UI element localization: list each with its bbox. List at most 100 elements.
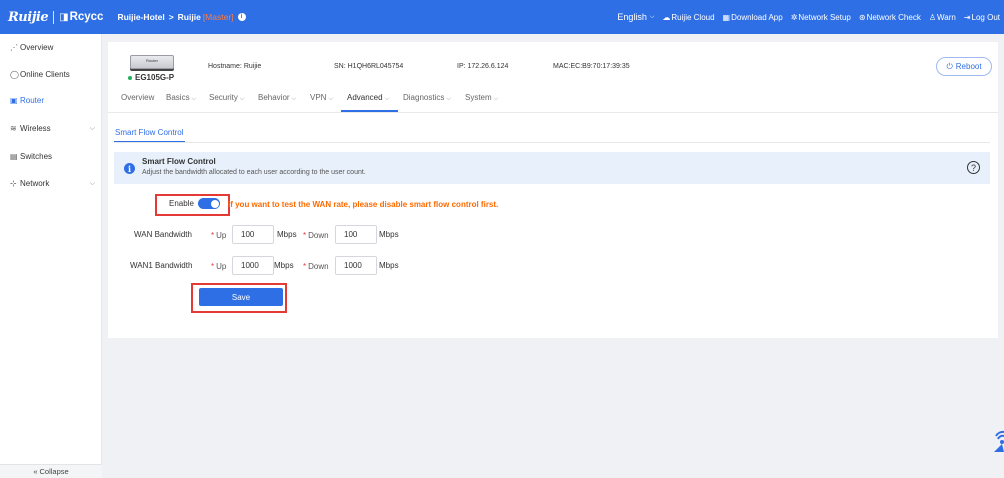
sn-info: SN: H1QH6RL045754	[334, 63, 403, 70]
ruijie-logo: Ruijie	[8, 9, 49, 25]
tab-system[interactable]: System ⌵	[465, 93, 498, 103]
wan-down-unit: Mbps	[379, 230, 399, 239]
banner-title: Smart Flow Control	[142, 157, 216, 166]
info-banner: i Smart Flow Control Adjust the bandwidt…	[114, 152, 990, 184]
wan1-bandwidth-label: WAN1 Bandwidth	[130, 261, 193, 270]
wan-up-unit: Mbps	[277, 230, 297, 239]
sidebar-item-network[interactable]: ⊹ Network ⌵	[10, 179, 95, 188]
info-icon[interactable]: i	[237, 13, 246, 21]
ruijie-cloud-link[interactable]: ☁ Ruijie Cloud	[662, 13, 714, 22]
chevron-down-icon: ⌵	[89, 179, 95, 187]
tab-security[interactable]: Security ⌵	[209, 93, 244, 103]
chevron-down-icon: ⌵	[328, 96, 334, 102]
mac-info: MAC:EC:B9:70:17:39:35	[553, 63, 630, 70]
wan-up-label: * Up	[211, 231, 227, 240]
ip-info: IP: 172.26.6.124	[457, 63, 508, 70]
warn-link[interactable]: ♙ Warn	[929, 13, 956, 22]
breadcrumb-device[interactable]: Ruijie	[178, 12, 201, 22]
banner-description: Adjust the bandwidth allocated to each u…	[142, 169, 366, 176]
toggle-knob	[210, 199, 219, 208]
wan1-down-input[interactable]: 1000	[335, 256, 377, 275]
sidebar-item-router[interactable]: ▣ Router	[10, 96, 95, 105]
hostname-info: Hostname: Ruijie	[208, 63, 261, 70]
wan1-up-input[interactable]: 1000	[232, 256, 274, 275]
sidebar-item-online-clients[interactable]: ◯ Online Clients	[10, 70, 95, 79]
wan1-down-unit: Mbps	[379, 261, 399, 270]
down-label-text: Down	[308, 231, 329, 240]
wan1-up-unit: Mbps	[274, 261, 294, 270]
wan1-down-label: * Down	[303, 262, 329, 271]
enable-toggle[interactable]	[198, 198, 220, 209]
collapse-button[interactable]: «Collapse	[0, 464, 102, 478]
tab-behavior[interactable]: Behavior ⌵	[258, 93, 296, 103]
online-clients-icon: ◯	[10, 70, 19, 79]
subtab-smart-flow-control[interactable]: Smart Flow Control	[115, 128, 183, 137]
hostname-label: Hostname:	[208, 63, 242, 70]
network-check-label: Network Check	[866, 12, 921, 22]
qr-code-icon: ▦	[722, 12, 731, 22]
router-device-image: Router	[130, 55, 174, 69]
tab-basics[interactable]: Basics ⌵	[166, 93, 196, 103]
device-image-label: Router	[145, 58, 158, 63]
download-app-link[interactable]: ▦ Download App	[723, 13, 783, 22]
brand-logo[interactable]: Ruijie ◨ Rcycc	[0, 0, 103, 34]
router-icon: ▣	[10, 96, 18, 105]
sidebar-item-label: Online Clients	[20, 70, 70, 79]
wan-down-label: * Down	[303, 231, 329, 240]
chevron-down-icon: ⌵	[384, 96, 390, 102]
breadcrumb: Ruijie-Hotel > Ruijie [Master] i	[117, 12, 246, 22]
sidebar-item-overview[interactable]: ⋰ Overview	[10, 43, 95, 52]
breadcrumb-arrow: >	[168, 12, 174, 22]
power-icon: ⏻	[946, 61, 953, 71]
logo-divider	[53, 10, 55, 24]
sidebar-item-wireless[interactable]: ≋ Wireless ⌵	[10, 124, 95, 133]
tab-label: System	[465, 93, 492, 102]
up-label-text: Up	[216, 231, 227, 240]
warn-icon: ♙	[928, 12, 936, 22]
sidebar: ⋰ Overview ◯ Online Clients ▣ Router ≋ Wirel…	[0, 34, 102, 478]
tab-overview[interactable]: Overview	[121, 93, 154, 102]
help-icon[interactable]: ?	[967, 161, 980, 174]
wan-bandwidth-label: WAN Bandwidth	[134, 230, 192, 239]
tab-label: Behavior	[258, 93, 290, 102]
tab-diagnostics[interactable]: Diagnostics ⌵	[403, 93, 451, 103]
wifi-assistant-icon[interactable]	[990, 428, 1004, 452]
wan-down-input[interactable]: 100	[335, 225, 377, 244]
warning-text: If you want to test the WAN rate, please…	[228, 200, 499, 209]
logout-link[interactable]: ⇥ Log Out	[964, 13, 1000, 22]
reboot-label: Reboot	[955, 62, 982, 71]
enable-label: Enable	[169, 199, 194, 208]
ip-value: 172.26.6.124	[467, 63, 509, 70]
device-model: EG105G-P	[128, 73, 174, 82]
sidebar-item-label: Wireless	[20, 124, 51, 133]
network-check-link[interactable]: ⊛ Network Check	[859, 13, 921, 22]
wan1-up-label: * Up	[211, 262, 227, 271]
tab-label: VPN	[310, 93, 327, 102]
chevron-down-icon: ⌵	[191, 96, 197, 102]
sidebar-item-label: Router	[20, 96, 45, 105]
wan-up-input[interactable]: 100	[232, 225, 274, 244]
sidebar-item-label: Overview	[20, 43, 54, 52]
sn-label: SN:	[334, 63, 346, 70]
tab-label: Overview	[121, 93, 155, 102]
save-button[interactable]: Save	[199, 288, 283, 306]
reboot-button[interactable]: ⏻ Reboot	[936, 57, 992, 76]
sidebar-item-label: Switches	[20, 152, 53, 161]
tab-vpn[interactable]: VPN ⌵	[310, 93, 333, 103]
breadcrumb-network[interactable]: Ruijie-Hotel	[117, 12, 164, 22]
online-status-dot	[128, 75, 132, 80]
sidebar-item-switches[interactable]: ▤ Switches	[10, 152, 95, 161]
chevron-down-icon: ⌵	[291, 96, 297, 102]
tab-advanced[interactable]: Advanced ⌵	[347, 93, 389, 103]
chevron-down-icon: ⌵	[446, 96, 451, 102]
language-select[interactable]: English ⌵	[617, 12, 654, 22]
chevron-down-icon: ⌵	[239, 96, 245, 102]
reyee-mark-icon: ◨	[59, 11, 69, 23]
network-setup-link[interactable]: ✲ Network Setup	[791, 13, 851, 22]
ruijie-cloud-label: Ruijie Cloud	[671, 12, 715, 22]
down-label-text: Down	[308, 262, 329, 271]
mac-label: MAC:	[553, 63, 571, 70]
language-label: English	[617, 12, 647, 22]
chevron-down-icon: ⌵	[649, 13, 655, 20]
network-setup-icon: ✲	[790, 12, 798, 22]
